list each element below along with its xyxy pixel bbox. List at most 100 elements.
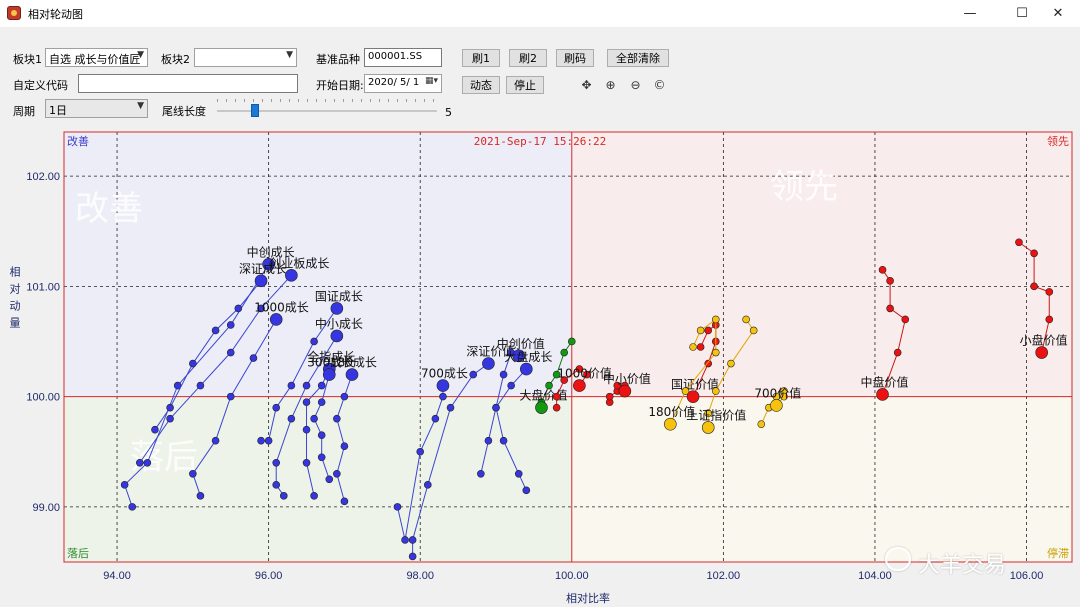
series-label: 创业板成长 (269, 256, 329, 270)
y-tick-label: 100.00 (26, 392, 60, 404)
watermark-logo-icon (885, 547, 911, 571)
custom-code-input[interactable] (78, 74, 298, 93)
animate-button[interactable]: 动态 (462, 76, 500, 94)
series-head-point (269, 313, 283, 326)
series-head-point (285, 269, 298, 282)
series-point (1045, 288, 1054, 296)
benchmark-label: 基准品种 (316, 53, 360, 66)
chevron-down-icon: ▼ (286, 50, 293, 60)
block2-select[interactable]: ▼ (194, 48, 297, 67)
series-label: 大盘价值 (519, 388, 567, 403)
block1-select-value: 自选 成长与价值匠 (49, 53, 141, 66)
series-point (567, 337, 576, 346)
series-point (272, 458, 281, 467)
series-point (151, 425, 159, 434)
series-point (287, 381, 296, 390)
x-tick-label: 94.00 (103, 570, 131, 582)
clear-all-button[interactable]: 全部清除 (607, 49, 669, 67)
series-point (196, 492, 205, 500)
series-point (340, 497, 349, 506)
period-label: 周期 (13, 105, 35, 118)
series-point (279, 492, 288, 500)
calendar-icon[interactable]: ▦▾ (425, 76, 438, 86)
series-point (507, 381, 515, 390)
x-tick-label: 104.00 (858, 570, 892, 582)
reset-icon[interactable]: © (653, 79, 666, 92)
rotation-chart[interactable]: 94.00 96.00 98.00 100.00 102.00 104.00 106.00 9… (0, 125, 1080, 607)
series-point (189, 359, 197, 368)
series-point (499, 370, 508, 379)
series-point (393, 503, 402, 511)
series-point (416, 447, 425, 456)
y-tick-label: 101.00 (26, 281, 60, 293)
start-date-label: 开始日期: (316, 79, 364, 92)
series-point (605, 392, 614, 401)
series-head-point (701, 421, 715, 434)
series-point (272, 481, 281, 489)
series-point (749, 326, 758, 335)
series-head-point (330, 329, 344, 343)
minimize-button[interactable]: — (948, 0, 992, 27)
series-point (696, 326, 705, 335)
chevron-down-icon: ▼ (137, 50, 144, 60)
period-select-value: 1日 (49, 104, 67, 117)
series-point (893, 348, 902, 357)
series-point (302, 381, 311, 390)
window-title: 相对轮动图 (28, 8, 83, 21)
move-icon[interactable]: ✥ (580, 79, 593, 92)
series-point (143, 458, 152, 467)
series-point (128, 503, 137, 511)
tail-length-slider-thumb[interactable] (251, 104, 259, 117)
series-head-point (520, 362, 533, 376)
series-point (886, 277, 894, 285)
series-point (310, 337, 318, 346)
series-point (401, 536, 409, 544)
quadrant-lagging (64, 396, 572, 562)
quadrant-label-weakening: 停滞 (1047, 546, 1069, 560)
series-point (901, 315, 910, 324)
zoom-out-icon[interactable]: ⊖ (629, 79, 642, 92)
benchmark-input[interactable]: 000001.SS (364, 48, 442, 67)
block1-select[interactable]: 自选 成长与价值匠 ▼ (45, 48, 148, 67)
series-point (226, 321, 235, 329)
x-axis-label: 相对比率 (566, 591, 610, 605)
zoom-in-icon[interactable]: ⊕ (604, 79, 617, 92)
series-point (431, 414, 440, 423)
series-point (439, 392, 447, 401)
y-tick-label: 99.00 (32, 502, 60, 514)
series-point (757, 420, 766, 428)
series-head-point (482, 357, 495, 370)
refresh-code-button[interactable]: 刷码 (556, 49, 594, 67)
series-label: 中小价值 (603, 371, 651, 386)
series-point (446, 403, 455, 412)
series-point (469, 370, 478, 379)
series-point (408, 536, 417, 544)
series-point (287, 414, 296, 423)
series-label: 上证指价值 (686, 407, 746, 422)
stop-button[interactable]: 停止 (506, 76, 544, 94)
close-button[interactable]: ✕ (1036, 0, 1080, 27)
tail-length-slider[interactable] (217, 110, 437, 112)
series-point (317, 398, 326, 406)
series-point (257, 436, 265, 445)
slider-ticks (217, 99, 437, 102)
x-tick-label: 98.00 (406, 570, 434, 582)
series-point (499, 436, 508, 445)
y-axis-label: 对 (10, 281, 21, 295)
chevron-down-icon: ▼ (137, 101, 144, 111)
period-select[interactable]: 1日 ▼ (45, 99, 148, 118)
series-point (310, 492, 318, 500)
start-date-picker[interactable]: 2020/ 5/ 1 ▦▾ (364, 74, 442, 93)
series-label: 1000成长 (254, 300, 309, 314)
series-point (340, 392, 349, 401)
series-point (166, 414, 174, 423)
series-point (211, 436, 220, 445)
block1-label: 板块1 (13, 53, 42, 66)
series-point (120, 481, 129, 489)
refresh1-button[interactable]: 刷1 (462, 49, 500, 67)
title-bar: 相对轮动图 — ☐ ✕ (0, 0, 1080, 27)
series-point (317, 453, 326, 462)
refresh2-button[interactable]: 刷2 (509, 49, 547, 67)
series-head-point (330, 302, 344, 315)
custom-code-label: 自定义代码 (13, 79, 68, 92)
